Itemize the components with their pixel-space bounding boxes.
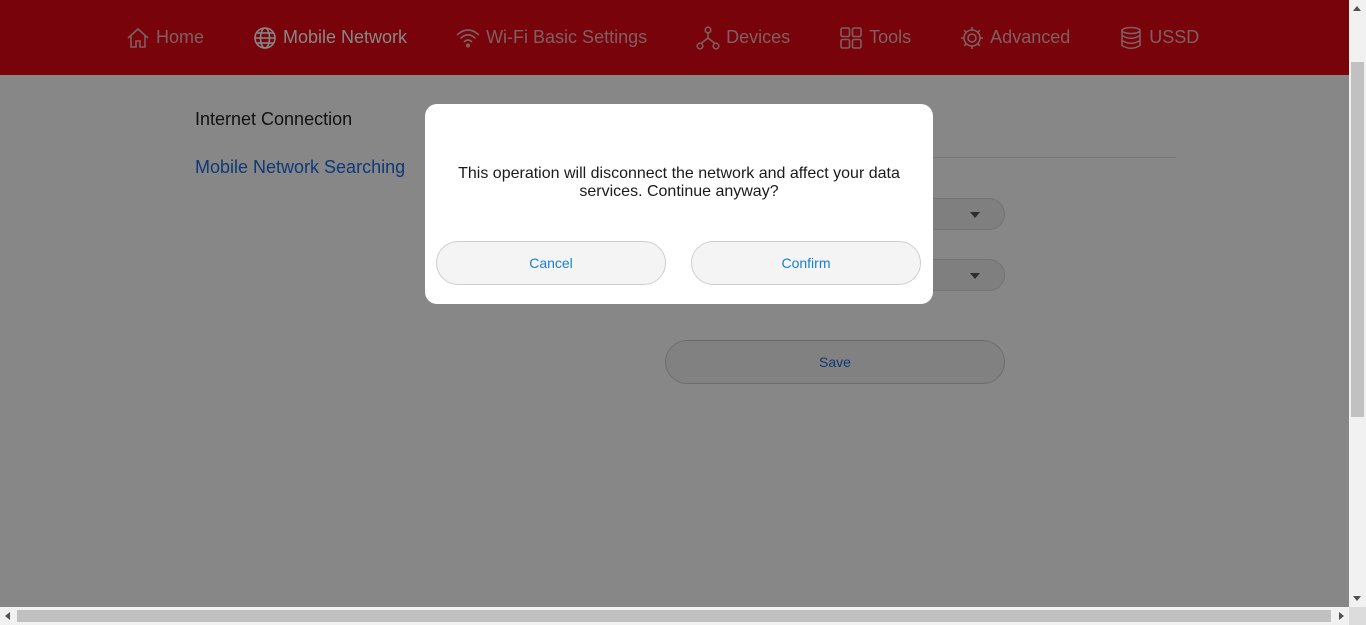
dialog-message: This operation will disconnect the netwo… [458, 165, 900, 200]
vertical-scroll-thumb[interactable] [1351, 62, 1364, 417]
vertical-scrollbar[interactable] [1349, 0, 1366, 607]
scrollbar-corner [1349, 607, 1366, 625]
scroll-left-arrow-icon[interactable] [5, 612, 10, 620]
scroll-down-arrow-icon[interactable] [1353, 596, 1361, 601]
horizontal-scroll-thumb[interactable] [17, 610, 1331, 622]
horizontal-scrollbar[interactable] [0, 607, 1349, 625]
scroll-up-arrow-icon[interactable] [1353, 6, 1361, 11]
confirm-button[interactable]: Confirm [691, 241, 921, 285]
scroll-right-arrow-icon[interactable] [1339, 612, 1344, 620]
cancel-button[interactable]: Cancel [436, 241, 666, 285]
confirm-dialog: This operation will disconnect the netwo… [425, 104, 933, 304]
